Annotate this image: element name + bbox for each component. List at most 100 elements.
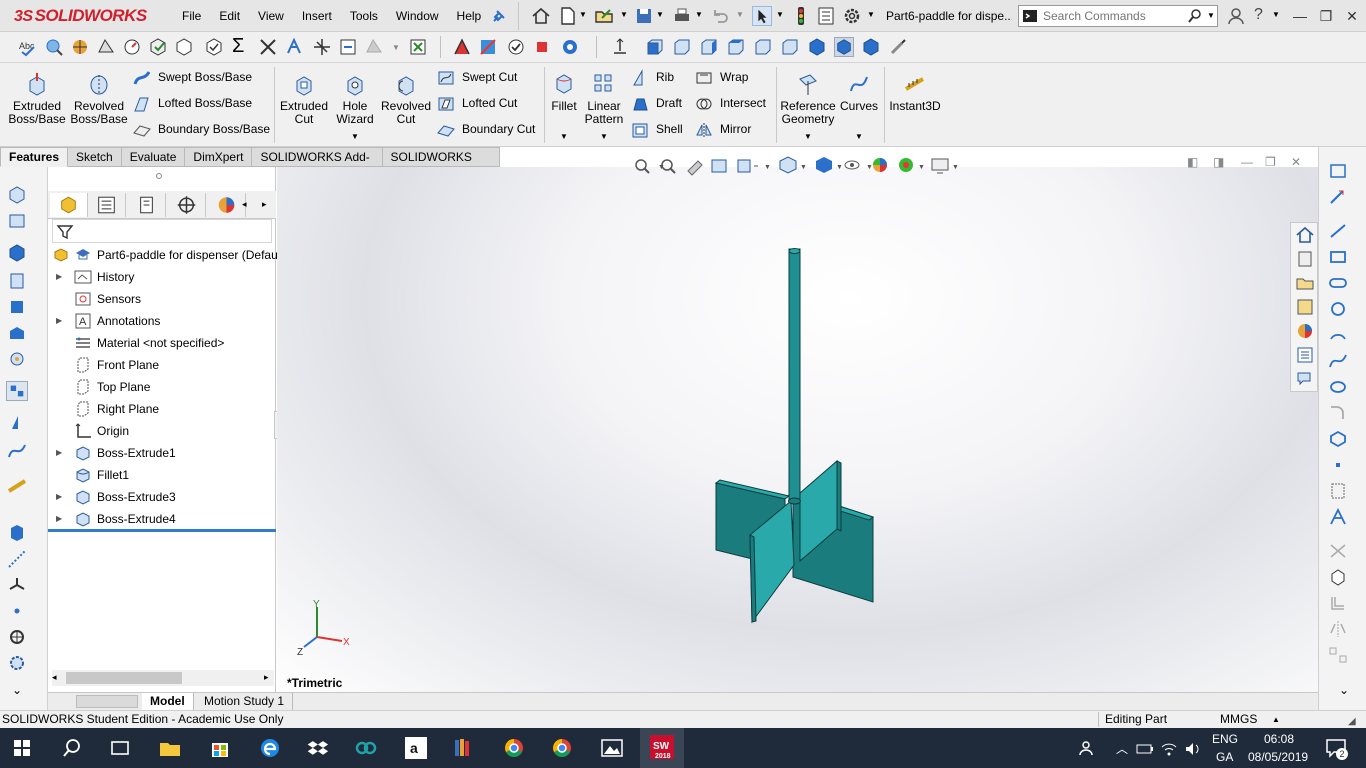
amazon-icon[interactable]: a <box>404 736 428 760</box>
expand-arrow[interactable]: ▶ <box>56 310 62 332</box>
tab-scroll-arrows[interactable] <box>76 695 138 708</box>
sketch-fillet-icon[interactable] <box>1327 403 1349 423</box>
cam-feature-icon[interactable] <box>6 185 28 205</box>
tab-evaluate[interactable]: Evaluate <box>121 147 186 167</box>
tree-item-annotations[interactable]: ▶ A Annotations <box>48 310 276 332</box>
menu-edit[interactable]: Edit <box>219 9 240 23</box>
expand-arrow[interactable]: ▶ <box>56 442 62 464</box>
options-gear-icon[interactable] <box>842 6 862 26</box>
windows-start-icon[interactable] <box>10 736 34 760</box>
linear-pattern-button[interactable]: Linear Pattern ▼ <box>582 71 626 143</box>
instant3d-button[interactable]: Instant3D <box>888 71 942 113</box>
rib-button[interactable]: Rib <box>630 67 674 87</box>
tree-item-boss-extrude1[interactable]: ▶ Boss-Extrude1 <box>48 442 276 464</box>
machine-icon[interactable] <box>6 271 28 291</box>
wifi-icon[interactable] <box>1160 740 1178 758</box>
export-excel-icon[interactable] <box>408 37 428 57</box>
extruded-boss-button[interactable]: Extruded Boss/Base <box>8 71 66 126</box>
print-icon[interactable] <box>672 6 692 26</box>
tray-show-hidden-icon[interactable]: ︿ <box>1116 740 1128 757</box>
boundary-cut-button[interactable]: Boundary Cut <box>436 119 535 139</box>
ellipse-icon[interactable] <box>1327 377 1349 397</box>
input-language-top[interactable]: ENG <box>1212 732 1238 746</box>
slot-icon[interactable] <box>1327 273 1349 293</box>
view-right-icon[interactable] <box>726 37 746 57</box>
menu-file[interactable]: File <box>182 9 201 23</box>
help-icon[interactable]: ? <box>1254 6 1263 24</box>
tab-dimxpert[interactable]: DimXpert <box>185 147 253 167</box>
store-taskbar-icon[interactable] <box>208 736 232 760</box>
view-settings-icon[interactable] <box>931 158 949 174</box>
apply-scene-icon[interactable] <box>899 158 913 172</box>
scroll-left-arrow[interactable]: ◂ <box>52 672 57 683</box>
units-dropdown-arrow[interactable]: ▲ <box>1272 711 1280 728</box>
rectangle-icon[interactable] <box>1327 247 1349 267</box>
tree-root-part[interactable]: Part6-paddle for dispenser (Defau <box>48 244 278 266</box>
mirror-button[interactable]: Mirror <box>694 119 751 139</box>
view-palette-icon[interactable] <box>1295 297 1315 317</box>
sketch-point-icon[interactable] <box>1327 455 1349 475</box>
search-dropdown-arrow[interactable]: ▼ <box>1207 11 1215 20</box>
expand-more-chevron[interactable]: ⌄ <box>12 683 22 697</box>
view-dimetric-icon[interactable] <box>861 37 881 57</box>
mill-part-icon[interactable] <box>6 323 28 343</box>
normal-to-icon[interactable] <box>610 37 630 57</box>
expand-arrow[interactable]: ▶ <box>56 508 62 530</box>
view-orientation-icon[interactable] <box>779 156 797 174</box>
plane-sketch-icon[interactable] <box>1327 481 1349 501</box>
tree-item-boss-extrude4[interactable]: ▶ Boss-Extrude4 <box>48 508 276 530</box>
solidworks-taskbar-button[interactable]: SW 2018 <box>640 728 684 768</box>
filter-funnel-icon[interactable] <box>56 223 74 241</box>
custom-properties-icon[interactable] <box>1295 345 1315 365</box>
polygon-icon[interactable] <box>1327 429 1349 449</box>
battery-icon[interactable] <box>1136 740 1154 758</box>
options-dropdown-arrow[interactable]: ▼ <box>867 10 875 19</box>
linear-pattern-dropdown-arrow[interactable]: ▼ <box>582 130 626 143</box>
input-language-bottom[interactable]: GA <box>1216 750 1233 764</box>
user-account-icon[interactable] <box>1226 6 1246 26</box>
tree-item-fillet1[interactable]: Fillet1 <box>48 464 276 486</box>
appearance-brush-icon[interactable] <box>888 37 908 57</box>
tree-item-material[interactable]: Material <not specified> <box>48 332 276 354</box>
revolved-cut-button[interactable]: Revolved Cut <box>380 71 432 126</box>
reference-geometry-button[interactable]: Reference Geometry ▼ <box>780 71 836 143</box>
tree-item-origin[interactable]: Origin <box>48 420 276 442</box>
file-properties-icon[interactable] <box>816 6 836 26</box>
arc-icon[interactable] <box>1327 325 1349 345</box>
section-properties-icon[interactable] <box>96 37 116 57</box>
zoom-to-fit-icon[interactable] <box>635 159 650 174</box>
previous-view-icon[interactable] <box>687 160 703 176</box>
stock-manager-icon[interactable] <box>6 243 28 263</box>
linear-sketch-pattern-icon[interactable] <box>1327 645 1349 665</box>
shell-button[interactable]: Shell <box>630 119 683 139</box>
library-books-icon[interactable] <box>452 736 476 760</box>
rebuild-traffic-light-icon[interactable] <box>791 6 811 26</box>
chrome-profile-1-icon[interactable] <box>502 736 526 760</box>
undercut-analysis-icon[interactable] <box>284 37 304 57</box>
curve-tool-icon[interactable] <box>6 441 28 461</box>
boundary-boss-button[interactable]: Boundary Boss/Base <box>132 119 270 139</box>
graphics-area[interactable]: ▼ ▼ ▼ ▼ ▼ ▼ ▼ ◧ ◨ — ❐ ✕ Y X Z *Trimetric <box>277 155 1318 692</box>
offset-entities-icon[interactable] <box>1327 593 1349 613</box>
file-explorer-icon[interactable] <box>1295 273 1315 293</box>
hole-wizard-dropdown-arrow[interactable]: ▼ <box>332 130 378 143</box>
chrome-profile-2-icon[interactable] <box>550 736 574 760</box>
measure-icon[interactable] <box>44 37 64 57</box>
pin-icon[interactable] <box>488 7 508 27</box>
tree-item-history[interactable]: ▶ History <box>48 266 276 288</box>
swept-cut-button[interactable]: Swept Cut <box>436 67 517 87</box>
curves-dropdown-arrow[interactable]: ▼ <box>840 130 878 143</box>
revolved-boss-button[interactable]: Revolved Boss/Base <box>70 71 128 126</box>
draft-button[interactable]: Draft <box>630 93 682 113</box>
cam-part-icon[interactable] <box>6 211 28 231</box>
section-view-icon[interactable] <box>6 523 28 543</box>
display-style-icon[interactable] <box>816 157 832 173</box>
circle-icon[interactable] <box>1327 299 1349 319</box>
symmetry-check-icon[interactable] <box>452 37 472 57</box>
clock-time[interactable]: 06:08 <box>1264 732 1294 746</box>
instant3d-ruler-icon[interactable] <box>6 475 28 495</box>
settings-tools-icon[interactable] <box>6 349 28 369</box>
wrap-button[interactable]: Wrap <box>694 67 748 87</box>
costing-icon[interactable] <box>560 37 580 57</box>
tree-item-front-plane[interactable]: Front Plane <box>48 354 276 376</box>
